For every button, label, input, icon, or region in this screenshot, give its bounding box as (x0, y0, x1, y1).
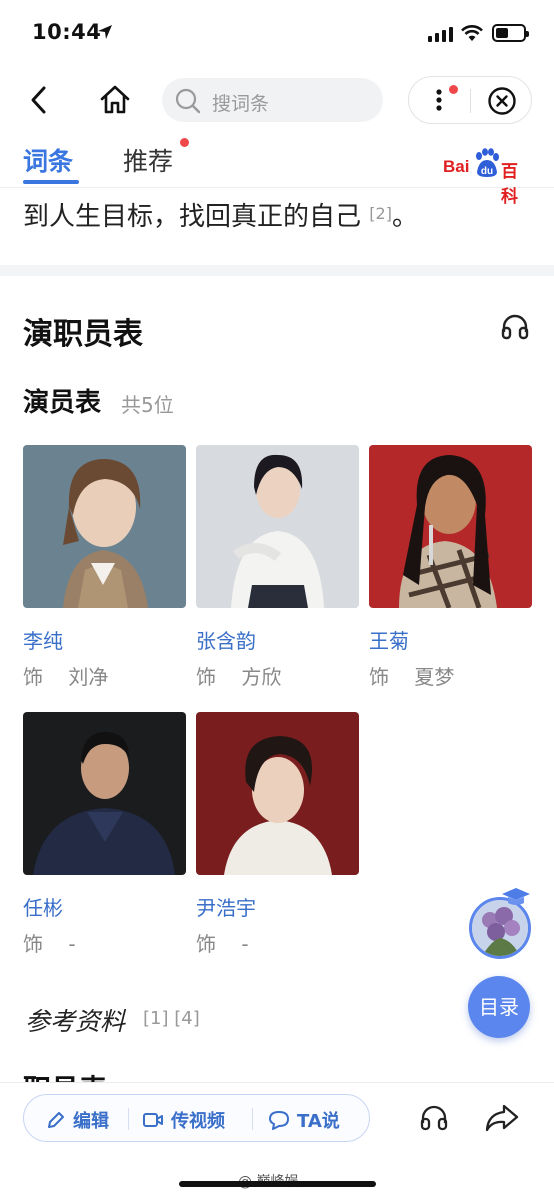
share-icon[interactable] (484, 1103, 520, 1133)
headphones-icon[interactable] (420, 1105, 448, 1131)
flower-avatar-image (472, 900, 528, 956)
action-pill: 编辑 传视频 TA说 (23, 1094, 370, 1142)
baidu-baike-logo: Bai du 百科 (443, 148, 533, 207)
actor-name[interactable]: 王菊 (369, 625, 409, 654)
cellular-signal-icon (428, 27, 453, 42)
actor-name[interactable]: 尹浩宇 (196, 892, 256, 921)
edit-button[interactable]: 编辑 (46, 1107, 109, 1133)
actor-photo[interactable] (196, 712, 359, 875)
status-bar: 10:44 (0, 0, 554, 70)
actor-photo[interactable] (23, 445, 186, 608)
citation-link[interactable]: [2] (369, 204, 392, 223)
table-of-contents-button[interactable]: 目录 (468, 976, 530, 1038)
role-name: 饰 - (23, 932, 76, 956)
section-title-cast-crew: 演职员表 (23, 317, 143, 352)
section-divider (0, 265, 554, 276)
role-name: 饰 刘净 (23, 665, 109, 689)
actor-photo[interactable] (196, 445, 359, 608)
location-arrow-icon (98, 25, 112, 39)
pencil-icon (48, 1112, 64, 1128)
pill-divider (128, 1108, 129, 1130)
role-name: 饰 方欣 (196, 665, 282, 689)
tab-entry[interactable]: 词条 (23, 142, 73, 178)
capsule-divider (470, 89, 471, 113)
actor-photo[interactable] (369, 445, 532, 608)
references-links[interactable]: [1] [4] (143, 1008, 200, 1029)
role-name: 饰 夏梦 (369, 665, 455, 689)
actor-name[interactable]: 任彬 (23, 892, 63, 921)
notification-dot (449, 85, 458, 94)
search-icon (175, 88, 201, 114)
mini-program-capsule (408, 76, 532, 124)
search-placeholder: 搜词条 (212, 93, 270, 115)
subsection-title-cast: 演员表 (23, 388, 102, 418)
baidu-paw-icon: du (476, 148, 499, 177)
more-options-icon[interactable] (427, 85, 451, 115)
pill-divider (252, 1108, 253, 1130)
active-tab-indicator (23, 180, 79, 184)
tab-recommend[interactable]: 推荐 (123, 142, 173, 178)
search-input[interactable]: 搜词条 (162, 78, 383, 122)
references-title: 参考资料 (25, 1007, 126, 1036)
top-nav: 搜词条 (0, 70, 554, 130)
ta-say-button[interactable]: TA说 (268, 1107, 340, 1133)
intro-text: 到人生目标，找回真正的自己 [2]。 (23, 202, 418, 232)
back-button[interactable] (24, 82, 54, 118)
actor-name[interactable]: 李纯 (23, 625, 63, 654)
wifi-icon (461, 25, 483, 41)
recommend-notification-dot (180, 138, 189, 147)
actor-photo[interactable] (23, 712, 186, 875)
battery-icon (492, 24, 529, 42)
close-icon[interactable] (487, 86, 517, 116)
cast-count: 共5位 (121, 393, 174, 417)
svg-text:du: du (481, 166, 493, 177)
bottom-toolbar: 编辑 传视频 TA说 @ 巅峰娱 (0, 1082, 554, 1200)
headphones-icon[interactable] (500, 312, 530, 340)
graduation-cap-icon (502, 888, 530, 905)
status-time: 10:44 (32, 20, 102, 44)
home-indicator (179, 1181, 376, 1187)
upload-video-button[interactable]: 传视频 (142, 1107, 225, 1133)
home-button[interactable] (97, 82, 133, 118)
role-name: 饰 - (196, 932, 249, 956)
video-camera-icon (143, 1113, 163, 1127)
chat-bubble-icon (269, 1111, 289, 1130)
actor-name[interactable]: 张含韵 (196, 625, 256, 654)
